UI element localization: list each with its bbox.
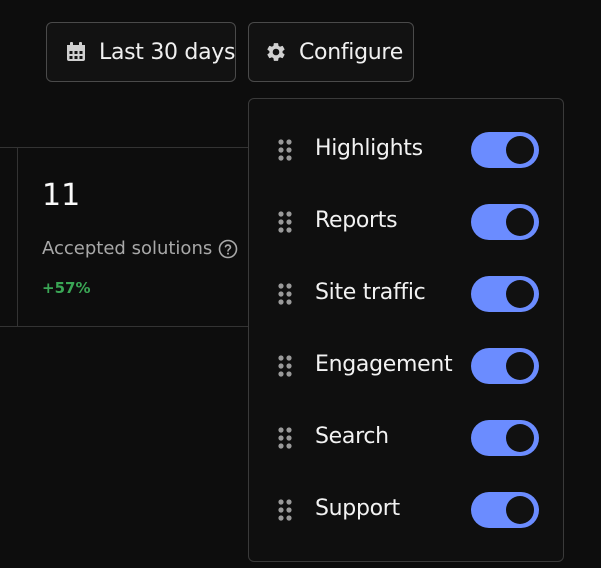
config-row-label: Reports [315,208,398,233]
calendar-icon [65,41,87,63]
drag-handle-icon[interactable] [277,282,293,306]
toggle-knob [506,424,534,452]
metric-label-row: Accepted solutions [42,238,238,259]
card-top-border [0,147,260,148]
toggle-switch[interactable] [471,348,539,384]
config-row-label: Site traffic [315,280,426,305]
help-icon[interactable] [218,239,238,259]
toggle-switch[interactable] [471,204,539,240]
gear-icon [265,41,287,63]
config-row-label: Engagement [315,352,453,377]
toggle-knob [506,208,534,236]
config-row-label: Highlights [315,136,423,161]
toggle-switch[interactable] [471,492,539,528]
drag-handle-icon[interactable] [277,498,293,522]
toggle-knob [506,496,534,524]
config-row: Search [249,416,563,460]
toggle-knob [506,136,534,164]
configure-label: Configure [299,39,403,65]
metric-label: Accepted solutions [42,238,213,259]
toggle-knob [506,280,534,308]
drag-handle-icon[interactable] [277,354,293,378]
metric-change: +57% [42,279,91,297]
config-row-label: Support [315,496,400,521]
date-range-label: Last 30 days [99,39,236,65]
metric-value: 11 [42,178,81,213]
configure-dropdown: Highlights Reports Site traffic Engagement S… [248,98,564,562]
config-row: Engagement [249,344,563,388]
card-left-border [17,147,18,327]
card-bottom-border [0,326,260,327]
toggle-switch[interactable] [471,276,539,312]
drag-handle-icon[interactable] [277,426,293,450]
toggle-knob [506,352,534,380]
drag-handle-icon[interactable] [277,210,293,234]
config-row: Reports [249,200,563,244]
config-row: Support [249,488,563,532]
toggle-switch[interactable] [471,132,539,168]
toggle-switch[interactable] [471,420,539,456]
config-row: Highlights [249,128,563,172]
configure-button[interactable]: Configure [248,22,414,82]
drag-handle-icon[interactable] [277,138,293,162]
date-range-button[interactable]: Last 30 days [46,22,236,82]
config-row-label: Search [315,424,389,449]
config-row: Site traffic [249,272,563,316]
